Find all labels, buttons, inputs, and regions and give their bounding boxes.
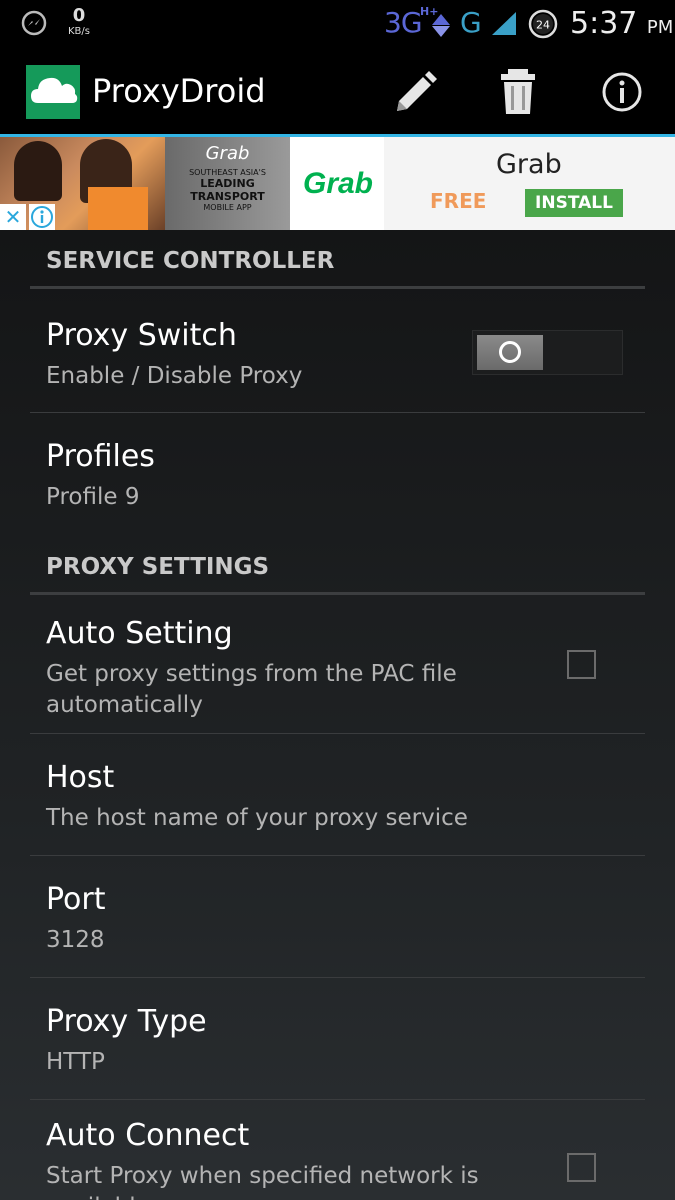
- clock: 5:37 PM: [570, 6, 673, 41]
- info-button[interactable]: [592, 62, 652, 122]
- category-service-controller: SERVICE CONTROLLER: [46, 248, 335, 274]
- action-bar: ProxyDroid: [0, 50, 675, 134]
- profiles-summary: Profile 9: [46, 484, 140, 510]
- ad-tag-brand: Grab: [205, 143, 250, 164]
- preferences-list: SERVICE CONTROLLER Proxy Switch Enable /…: [0, 230, 675, 1200]
- host-title: Host: [46, 760, 115, 795]
- battery-icon: 24: [528, 9, 558, 39]
- data-activity-icon: [432, 14, 450, 37]
- network-speed: 0 KB/s: [62, 6, 96, 38]
- port-title: Port: [46, 882, 106, 917]
- ad-tag-line3: MOBILE APP: [203, 203, 252, 212]
- ad-banner[interactable]: ✕ Grab SOUTHEAST ASIA'S LEADING TRANSPOR…: [0, 137, 675, 230]
- edit-icon: [397, 71, 437, 111]
- auto-setting-title: Auto Setting: [46, 616, 233, 651]
- divider: [30, 733, 645, 734]
- network-alt: G: [460, 6, 482, 39]
- ad-price: FREE: [430, 189, 487, 213]
- ad-close-icon[interactable]: ✕: [0, 204, 26, 230]
- ad-tagline: Grab SOUTHEAST ASIA'S LEADING TRANSPORT …: [165, 137, 290, 230]
- messenger-icon: [21, 10, 47, 36]
- ad-install-button[interactable]: INSTALL: [525, 189, 623, 217]
- network-type: 3G: [384, 6, 423, 39]
- auto-connect-title: Auto Connect: [46, 1118, 250, 1153]
- speed-value: 0: [72, 5, 86, 26]
- divider: [30, 977, 645, 978]
- toggle-knob: [477, 335, 543, 370]
- auto-connect-checkbox[interactable]: [567, 1153, 596, 1182]
- cloud-icon[interactable]: [26, 65, 80, 119]
- edit-button[interactable]: [384, 62, 444, 122]
- ad-tag-line1: SOUTHEAST ASIA'S: [189, 168, 266, 177]
- info-icon: [602, 72, 642, 112]
- signal-icon: [492, 12, 516, 35]
- ad-tag-line2: LEADING TRANSPORT: [190, 177, 265, 203]
- clock-time: 5:37: [570, 6, 638, 41]
- ad-app-name: Grab: [496, 149, 562, 180]
- divider: [30, 1099, 645, 1100]
- status-bar: 0 KB/s 3G H+ G 24 5:37 PM: [0, 0, 675, 50]
- proxy-toggle[interactable]: [472, 330, 623, 375]
- auto-setting-summary: Get proxy settings from the PAC file aut…: [46, 661, 457, 718]
- app-title: ProxyDroid: [92, 72, 266, 110]
- ad-details: Grab FREE INSTALL: [384, 137, 675, 230]
- delete-button[interactable]: [488, 62, 548, 122]
- port-summary: 3128: [46, 927, 105, 953]
- proxy-switch-title: Proxy Switch: [46, 318, 237, 353]
- trash-icon: [501, 69, 535, 114]
- host-summary: The host name of your proxy service: [46, 805, 468, 831]
- category-divider: [30, 592, 645, 595]
- ad-info-icon[interactable]: [29, 204, 55, 230]
- ad-logo: Grab: [292, 137, 384, 230]
- divider: [30, 412, 645, 413]
- category-divider: [30, 286, 645, 289]
- proxy-type-title: Proxy Type: [46, 1004, 207, 1039]
- auto-connect-summary: Start Proxy when specified network is av…: [46, 1163, 479, 1200]
- battery-level: 24: [536, 19, 550, 32]
- divider: [30, 855, 645, 856]
- toggle-off-icon: [499, 341, 521, 363]
- category-proxy-settings: PROXY SETTINGS: [46, 554, 270, 580]
- speed-unit: KB/s: [68, 26, 90, 37]
- proxy-type-summary: HTTP: [46, 1049, 105, 1075]
- profiles-title: Profiles: [46, 439, 155, 474]
- proxy-switch-summary: Enable / Disable Proxy: [46, 363, 303, 389]
- clock-ampm: PM: [646, 17, 674, 38]
- auto-setting-checkbox[interactable]: [567, 650, 596, 679]
